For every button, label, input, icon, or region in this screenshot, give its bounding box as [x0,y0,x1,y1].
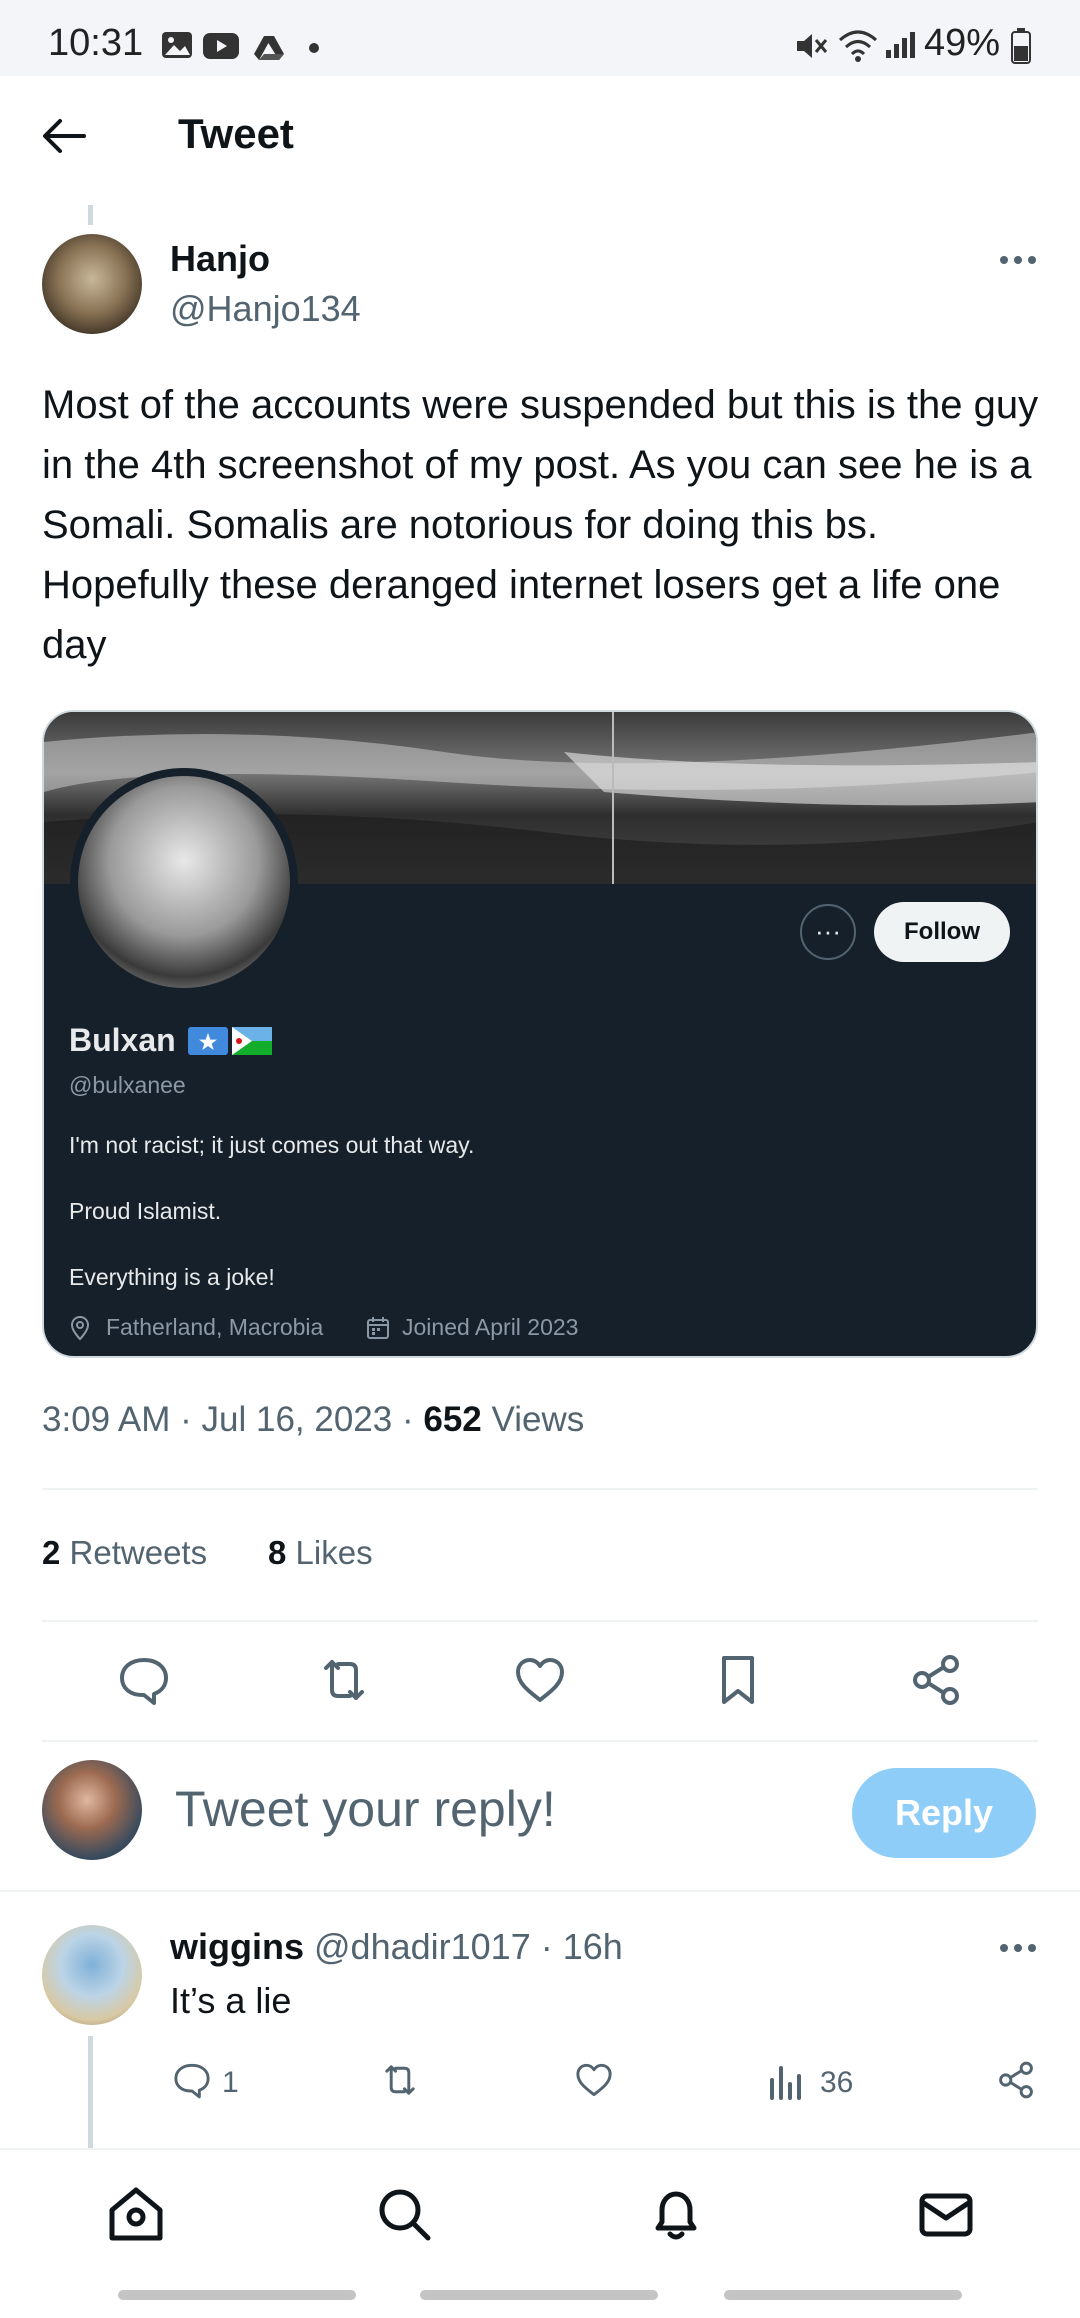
calendar-icon [367,1317,389,1339]
author-avatar[interactable] [42,234,142,334]
tweet-media-image[interactable]: ··· Follow Bulxan @bulxanee I'm not raci… [42,710,1038,1358]
profile-more-button: ··· [800,904,856,960]
reply-views-count: 36 [820,2066,854,2099]
back-arrow-icon[interactable] [40,116,88,156]
like-icon[interactable] [510,1650,570,1710]
reply-comment-icon[interactable] [170,2058,214,2102]
divider [0,1890,1080,1892]
status-time: 10:31 [48,22,144,64]
top-app-bar [0,76,1080,200]
share-icon[interactable] [906,1650,966,1710]
notifications-bell-icon[interactable] [646,2184,706,2244]
thread-line-reply [88,2036,93,2148]
reply-icon[interactable] [114,1650,174,1710]
wifi-icon [839,30,877,62]
bookmark-icon[interactable] [708,1650,768,1710]
reply-share-icon[interactable] [994,2058,1038,2102]
home-icon[interactable] [106,2184,166,2244]
profile-handle: @bulxanee [69,1072,186,1098]
author-name[interactable]: Hanjo [170,238,270,280]
likes-label: Likes [295,1534,373,1571]
signal-icon [886,32,915,58]
tweet-text: Most of the accounts were suspended but … [42,383,1039,667]
reply-author-name[interactable]: wiggins [170,1926,304,1967]
divider [42,1740,1038,1742]
follow-button: Follow [874,902,1010,962]
profile-location: Fatherland, Macrobia [106,1314,324,1340]
gesture-bar-right [724,2290,962,2300]
profile-bio-line-3: Everything is a joke! [69,1264,275,1290]
reply-retweet-icon[interactable] [378,2058,422,2102]
gesture-bar-center [420,2290,658,2300]
profile-bio-line-2: Proud Islamist. [69,1198,222,1224]
retweets-label: Retweets [69,1534,208,1571]
battery-icon [1011,28,1031,64]
dot-icon [309,43,319,53]
gesture-bar-left [118,2290,356,2300]
likes-stat[interactable]: 8 Likes [268,1534,373,1572]
more-options-icon[interactable] [998,250,1038,270]
somalia-flag-icon [188,1027,228,1055]
reply-like-icon[interactable] [572,2058,616,2102]
reply-more-options-icon[interactable] [998,1938,1038,1958]
youtube-icon [203,33,239,59]
profile-joined-date: Joined April 2023 [402,1314,579,1340]
drive-icon [254,36,284,60]
thread-line-top [88,205,93,225]
tweet-timestamp-row: 3:09 AM · Jul 16, 2023 · 652 Views [42,1400,585,1439]
reply-button[interactable]: Reply [852,1768,1036,1858]
retweet-icon[interactable] [314,1650,374,1710]
reply-input[interactable]: Tweet your reply! [175,1780,556,1838]
author-handle[interactable]: @Hanjo134 [170,288,361,330]
divider [42,1620,1038,1622]
profile-bio-line-1: I'm not racist; it just comes out that w… [69,1132,475,1158]
tweet-time: 3:09 AM [42,1400,171,1439]
reply-views-icon[interactable] [766,2058,806,2102]
search-icon[interactable] [374,2184,434,2244]
reply-author-handle[interactable]: @dhadir1017 [314,1926,531,1967]
views-count: 652 [423,1400,482,1439]
gallery-icon [162,32,192,58]
current-user-avatar[interactable] [42,1760,142,1860]
battery-percent: 49% [923,22,1000,64]
page-title: Tweet [178,110,294,157]
mute-icon [797,34,828,58]
reply-time: · 16h [540,1926,623,1967]
profile-name: Bulxan [69,1022,176,1058]
reply-header: wiggins @dhadir1017 · 16h [170,1926,623,1968]
likes-count: 8 [268,1534,287,1571]
djibouti-flag-icon [232,1027,272,1055]
divider [42,1488,1038,1490]
messages-mail-icon[interactable] [916,2184,976,2244]
reply-author-avatar[interactable] [42,1925,142,2025]
retweets-stat[interactable]: 2 Retweets [42,1534,207,1572]
reply-comment-count: 1 [222,2066,239,2099]
tweet-date: Jul 16, 2023 [201,1400,393,1439]
status-bar: 10:31 49% [0,0,1080,76]
reply-text: It’s a lie [170,1980,292,2021]
location-pin-icon [70,1315,90,1341]
profile-avatar [70,768,298,996]
views-label: Views [491,1400,585,1439]
profile-avatar-photo [78,776,290,988]
retweets-count: 2 [42,1534,61,1571]
